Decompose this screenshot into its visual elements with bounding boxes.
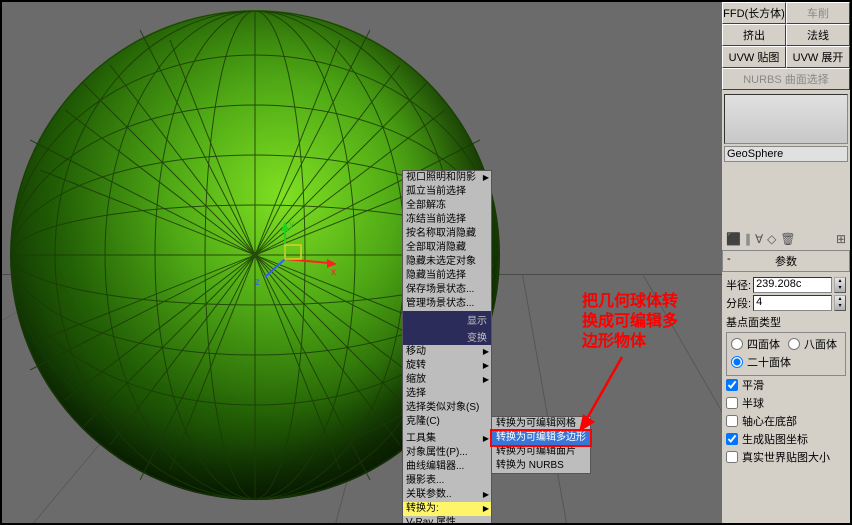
svg-text:x: x — [331, 267, 336, 278]
menu-unfreeze-all[interactable]: 全部解冻 — [403, 199, 491, 213]
segs-label: 分段: — [726, 295, 751, 311]
viewport[interactable]: y x z 视口照明和阴影 孤立当前选择 全部解冻 冻结当前选择 按名称取消隐藏… — [2, 2, 722, 523]
submenu-editable-mesh[interactable]: 转换为可编辑网格 — [492, 417, 590, 431]
btn-extrude[interactable]: 挤出 — [722, 24, 786, 46]
modifier-panel[interactable]: FFD(长方体) 车削 挤出 法线 UVW 贴图 UVW 展开 NURBS 曲面… — [722, 2, 850, 523]
menu-scale[interactable]: 缩放 — [403, 373, 491, 387]
menu-dope-sheet[interactable]: 摄影表... — [403, 474, 491, 488]
btn-uvw-unwrap[interactable]: UVW 展开 — [786, 46, 850, 68]
menu-isolate[interactable]: 孤立当前选择 — [403, 185, 491, 199]
convert-submenu[interactable]: 转换为可编辑网格 转换为可编辑多边形 转换为可编辑面片 转换为 NURBS — [491, 416, 591, 474]
btn-ffd[interactable]: FFD(长方体) — [722, 2, 786, 24]
menu-rotate[interactable]: 旋转 — [403, 359, 491, 373]
svg-text:z: z — [255, 277, 260, 288]
menu-freeze-sel[interactable]: 冻结当前选择 — [403, 213, 491, 227]
base-type-label: 基点面类型 — [726, 312, 846, 330]
segs-spinner[interactable]: ▴▾ — [834, 295, 846, 311]
move-gizmo[interactable]: y x z — [257, 227, 337, 307]
trash-icon[interactable]: 🗑 — [780, 232, 795, 246]
segs-input[interactable]: 4 — [753, 295, 832, 311]
stack-icon-3[interactable]: ◇ — [767, 232, 776, 246]
btn-lathe[interactable]: 车削 — [786, 2, 850, 24]
btn-uvw-map[interactable]: UVW 贴图 — [722, 46, 786, 68]
stack-toolbar[interactable]: ⬛ ∥ ∀ ◇ 🗑 ⊞ — [722, 228, 850, 250]
menu-select[interactable]: 选择 — [403, 387, 491, 401]
menu-curve-editor[interactable]: 曲线编辑器... — [403, 460, 491, 474]
annotation-arrow — [577, 352, 637, 442]
context-menu[interactable]: 视口照明和阴影 孤立当前选择 全部解冻 冻结当前选择 按名称取消隐藏 全部取消隐… — [402, 170, 492, 523]
color-swatch[interactable] — [724, 94, 848, 144]
radius-label: 半径: — [726, 277, 751, 293]
menu-obj-props[interactable]: 对象属性(P)... — [403, 446, 491, 460]
menu-viewport-lighting[interactable]: 视口照明和阴影 — [403, 171, 491, 185]
stack-icon-1[interactable]: ∥ — [745, 232, 751, 246]
check-hemi[interactable]: 半球 — [726, 394, 846, 412]
menu-convert-to[interactable]: 转换为: — [403, 502, 491, 516]
object-name-field[interactable]: GeoSphere — [724, 146, 848, 162]
check-axis[interactable]: 轴心在底部 — [726, 412, 846, 430]
menu-header-transform: 变换 — [403, 328, 491, 345]
menu-clone[interactable]: 克隆(C) — [403, 415, 491, 429]
svg-text:y: y — [289, 219, 294, 230]
menu-unhide-all[interactable]: 全部取消隐藏 — [403, 241, 491, 255]
radius-input[interactable]: 239.208c — [753, 277, 832, 293]
menu-toolset[interactable]: 工具集 — [403, 432, 491, 446]
menu-hide-sel[interactable]: 隐藏当前选择 — [403, 269, 491, 283]
radius-spinner[interactable]: ▴▾ — [834, 277, 846, 293]
menu-move[interactable]: 移动 — [403, 345, 491, 359]
check-smooth[interactable]: 平滑 — [726, 376, 846, 394]
menu-unhide-name[interactable]: 按名称取消隐藏 — [403, 227, 491, 241]
menu-header-display: 显示 — [403, 311, 491, 328]
config-icon[interactable]: ⊞ — [836, 232, 846, 246]
submenu-editable-patch[interactable]: 转换为可编辑面片 — [492, 445, 590, 459]
menu-select-similar[interactable]: 选择类似对象(S) — [403, 401, 491, 415]
menu-manage-state[interactable]: 管理场景状态... — [403, 297, 491, 311]
pin-icon[interactable]: ⬛ — [726, 232, 741, 246]
menu-wire-params[interactable]: 关联参数.. — [403, 488, 491, 502]
check-gen-uv[interactable]: 生成贴图坐标 — [726, 430, 846, 448]
submenu-nurbs[interactable]: 转换为 NURBS — [492, 459, 590, 473]
check-real-world[interactable]: 真实世界贴图大小 — [726, 448, 846, 466]
radio-octa[interactable]: 八面体 — [788, 335, 837, 353]
menu-save-state[interactable]: 保存场景状态... — [403, 283, 491, 297]
radio-icosa[interactable]: 二十面体 — [731, 353, 841, 371]
submenu-editable-poly[interactable]: 转换为可编辑多边形 — [492, 431, 590, 445]
rollout-parameters[interactable]: 参数 — [722, 250, 850, 272]
menu-hide-unsel[interactable]: 隐藏未选定对象 — [403, 255, 491, 269]
btn-normal[interactable]: 法线 — [786, 24, 850, 46]
stack-icon-2[interactable]: ∀ — [755, 232, 763, 246]
menu-vray-props[interactable]: V-Ray 属性 — [403, 516, 491, 523]
btn-nurbs-surface[interactable]: NURBS 曲面选择 — [722, 68, 850, 90]
radio-tetra[interactable]: 四面体 — [731, 335, 780, 353]
annotation-text: 把几何球体转 换成可编辑多 边形物体 — [582, 292, 678, 352]
